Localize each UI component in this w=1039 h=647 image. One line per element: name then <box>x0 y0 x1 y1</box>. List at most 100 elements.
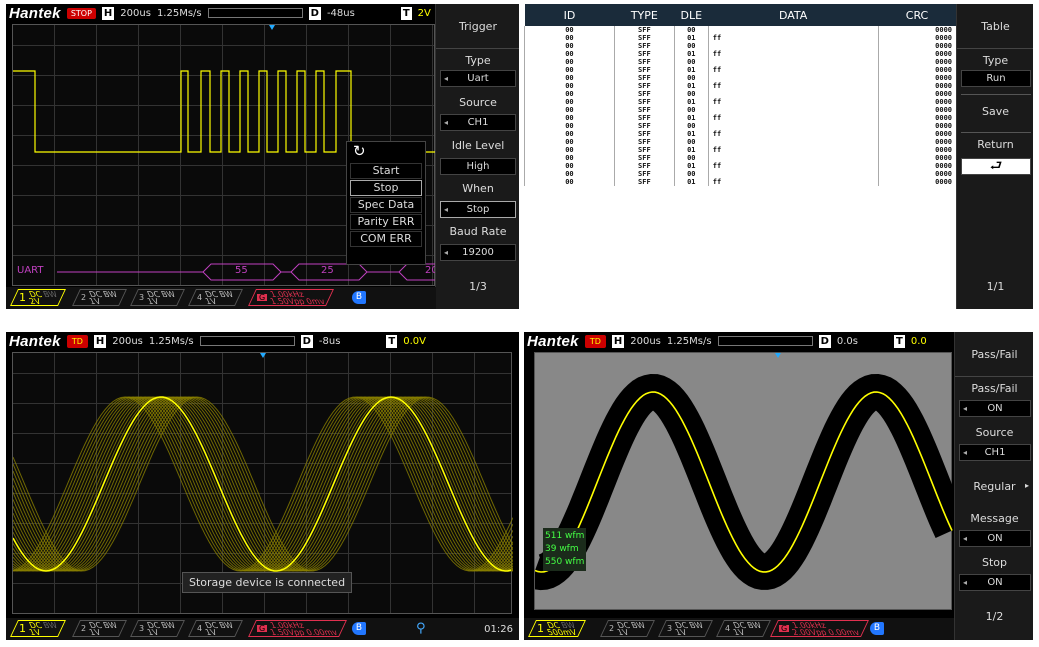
trigger-source-icon[interactable]: B <box>352 622 366 635</box>
return-arrow-icon[interactable]: ⮐ <box>961 158 1031 175</box>
table-row[interactable]: 00 SFF 00 0000 <box>524 138 956 146</box>
table-row[interactable]: 00 SFF 01 ff 0000 <box>524 82 956 90</box>
generator-box[interactable]: G 1.00kHz 2.00Vpp 0.00mv <box>770 620 869 637</box>
menu-stop-value[interactable]: ON <box>959 574 1031 591</box>
table-row[interactable]: 00 SFF 01 ff 0000 <box>524 146 956 154</box>
table-cell: 0000 <box>877 82 956 90</box>
run-status-badge[interactable]: TD <box>66 334 88 348</box>
menu-save-button[interactable]: Save <box>957 105 1033 118</box>
table-row[interactable]: 00 SFF 01 ff 0000 <box>524 98 956 106</box>
table-row[interactable]: 00 SFF 00 0000 <box>524 90 956 98</box>
ch4-box[interactable]: 4 DC BW 1V <box>188 620 243 637</box>
ch4-box[interactable]: 4 DC BW 1V <box>716 620 771 637</box>
generator-box[interactable]: G 1.00kHz 1.50Vpp 0mv <box>248 289 334 306</box>
trigger-level-value[interactable]: 2V <box>418 8 431 19</box>
ch3-box[interactable]: 3 DC BW 1V <box>130 620 185 637</box>
table-row[interactable]: 00 SFF 01 ff 0000 <box>524 50 956 58</box>
menu-message-label[interactable]: Message <box>955 512 1033 525</box>
menu-when-value[interactable]: Stop <box>440 201 516 218</box>
timebase-value[interactable]: 200us <box>630 336 661 347</box>
table-row[interactable]: 00 SFF 00 0000 <box>524 26 956 34</box>
menu-return-label[interactable]: Return <box>957 138 1033 151</box>
popup-item-parity-err[interactable]: Parity ERR <box>350 214 422 230</box>
menu-when-label[interactable]: When <box>436 182 519 195</box>
menu-baud-value[interactable]: 19200 <box>440 244 516 261</box>
ch1-box[interactable]: 1 DC BW 500mV <box>528 620 586 637</box>
side-menu: Table Type Run Save Return ⮐ 1/1 <box>956 4 1033 309</box>
menu-page[interactable]: 1/1 <box>957 280 1033 293</box>
menu-source-label[interactable]: Source <box>955 426 1033 439</box>
delay-value[interactable]: -48us <box>327 8 355 19</box>
table-row[interactable]: 00 SFF 00 0000 <box>524 122 956 130</box>
menu-idle-label[interactable]: Idle Level <box>436 139 519 152</box>
table-row[interactable]: 00 SFF 01 ff 0000 <box>524 34 956 42</box>
channel-bar: 1 DC BW 500mV 2 DC BW 1V 3 DC BW 1V 4 DC BW 1V G… <box>524 618 954 640</box>
run-status-badge[interactable]: STOP <box>66 7 96 19</box>
table-cell: 01 <box>673 66 709 74</box>
table-cell: 00 <box>524 146 615 154</box>
menu-passfail-label[interactable]: Pass/Fail <box>955 382 1033 395</box>
table-row[interactable]: 00 SFF 00 0000 <box>524 74 956 82</box>
delay-value[interactable]: 0.0s <box>837 336 858 347</box>
menu-type-label[interactable]: Type <box>436 54 519 67</box>
ch2-box[interactable]: 2 DC BW 1V <box>72 289 127 306</box>
table-row[interactable]: 00 SFF 00 0000 <box>524 58 956 66</box>
table-row[interactable]: 00 SFF 01 ff 0000 <box>524 66 956 74</box>
status-bar: Hantek TD H 200us 1.25Ms/s D -8us T 0.0V <box>6 332 426 350</box>
generator-box[interactable]: G 1.00kHz 1.50Vpp 0.00mv <box>248 620 347 637</box>
menu-type-value[interactable]: Uart <box>440 70 516 87</box>
menu-source-value[interactable]: CH1 <box>959 444 1031 461</box>
ch1-box[interactable]: 1 DC BW 2V <box>10 289 67 306</box>
menu-page[interactable]: 1/3 <box>436 280 519 293</box>
menu-type-value[interactable]: Run <box>961 70 1031 87</box>
table-row[interactable]: 00 SFF 00 0000 <box>524 154 956 162</box>
menu-message-value[interactable]: ON <box>959 530 1031 547</box>
table-cell: 00 <box>673 154 709 162</box>
trigger-source-icon[interactable]: B <box>870 622 884 635</box>
trigger-level-value[interactable]: 0.0 <box>911 336 927 347</box>
ch3-box[interactable]: 3 DC BW 1V <box>658 620 713 637</box>
table-row[interactable]: 00 SFF 00 0000 <box>524 42 956 50</box>
menu-passfail-value[interactable]: ON <box>959 400 1031 417</box>
menu-stop-label[interactable]: Stop <box>955 556 1033 569</box>
table-row[interactable]: 00 SFF 01 ff 0000 <box>524 162 956 170</box>
ch1-box[interactable]: 1 DC BW 1V <box>10 620 67 637</box>
ch3-box[interactable]: 3 DC BW 1V <box>130 289 185 306</box>
trigger-marker <box>775 353 781 358</box>
popup-item-stop[interactable]: Stop <box>350 180 422 196</box>
table-cell <box>707 170 879 178</box>
timebase-value[interactable]: 200us <box>112 336 143 347</box>
menu-source-label[interactable]: Source <box>436 96 519 109</box>
menu-idle-value[interactable]: High <box>440 158 516 175</box>
table-cell: 0000 <box>877 130 956 138</box>
table-cell: SFF <box>613 106 675 114</box>
menu-type-label[interactable]: Type <box>957 54 1033 67</box>
menu-source-value[interactable]: CH1 <box>440 114 516 131</box>
timebase-value[interactable]: 200us <box>120 8 151 19</box>
table-cell: 0000 <box>877 98 956 106</box>
menu-page[interactable]: 1/2 <box>955 610 1033 623</box>
table-cell: ff <box>707 114 879 122</box>
menu-baud-label[interactable]: Baud Rate <box>436 225 519 238</box>
popup-item-com-err[interactable]: COM ERR <box>350 231 422 247</box>
horizontal-label: H <box>93 334 107 348</box>
ch4-box[interactable]: 4 DC BW 1V <box>188 289 243 306</box>
popup-item-start[interactable]: Start <box>350 163 422 179</box>
table-row[interactable]: 00 SFF 00 0000 <box>524 106 956 114</box>
table-row[interactable]: 00 SFF 00 0000 <box>524 170 956 178</box>
table-row[interactable]: 00 SFF 01 ff 0000 <box>524 178 956 186</box>
table-cell: SFF <box>613 114 675 122</box>
delay-value[interactable]: -8us <box>319 336 341 347</box>
ch2-box[interactable]: 2 DC BW 1V <box>72 620 127 637</box>
col-header-crc: CRC <box>878 4 956 26</box>
trigger-source-icon[interactable]: B <box>352 291 366 304</box>
table-row[interactable]: 00 SFF 01 ff 0000 <box>524 114 956 122</box>
trigger-marker <box>269 25 275 30</box>
wfm-total-count: 550 wfm <box>545 557 585 567</box>
run-status-badge[interactable]: TD <box>584 334 606 348</box>
trigger-level-value[interactable]: 0.0V <box>403 336 426 347</box>
menu-regular-button[interactable]: Regular <box>955 480 1033 493</box>
popup-item-spec-data[interactable]: Spec Data <box>350 197 422 213</box>
ch2-box[interactable]: 2 DC BW 1V <box>600 620 655 637</box>
table-row[interactable]: 00 SFF 01 ff 0000 <box>524 130 956 138</box>
